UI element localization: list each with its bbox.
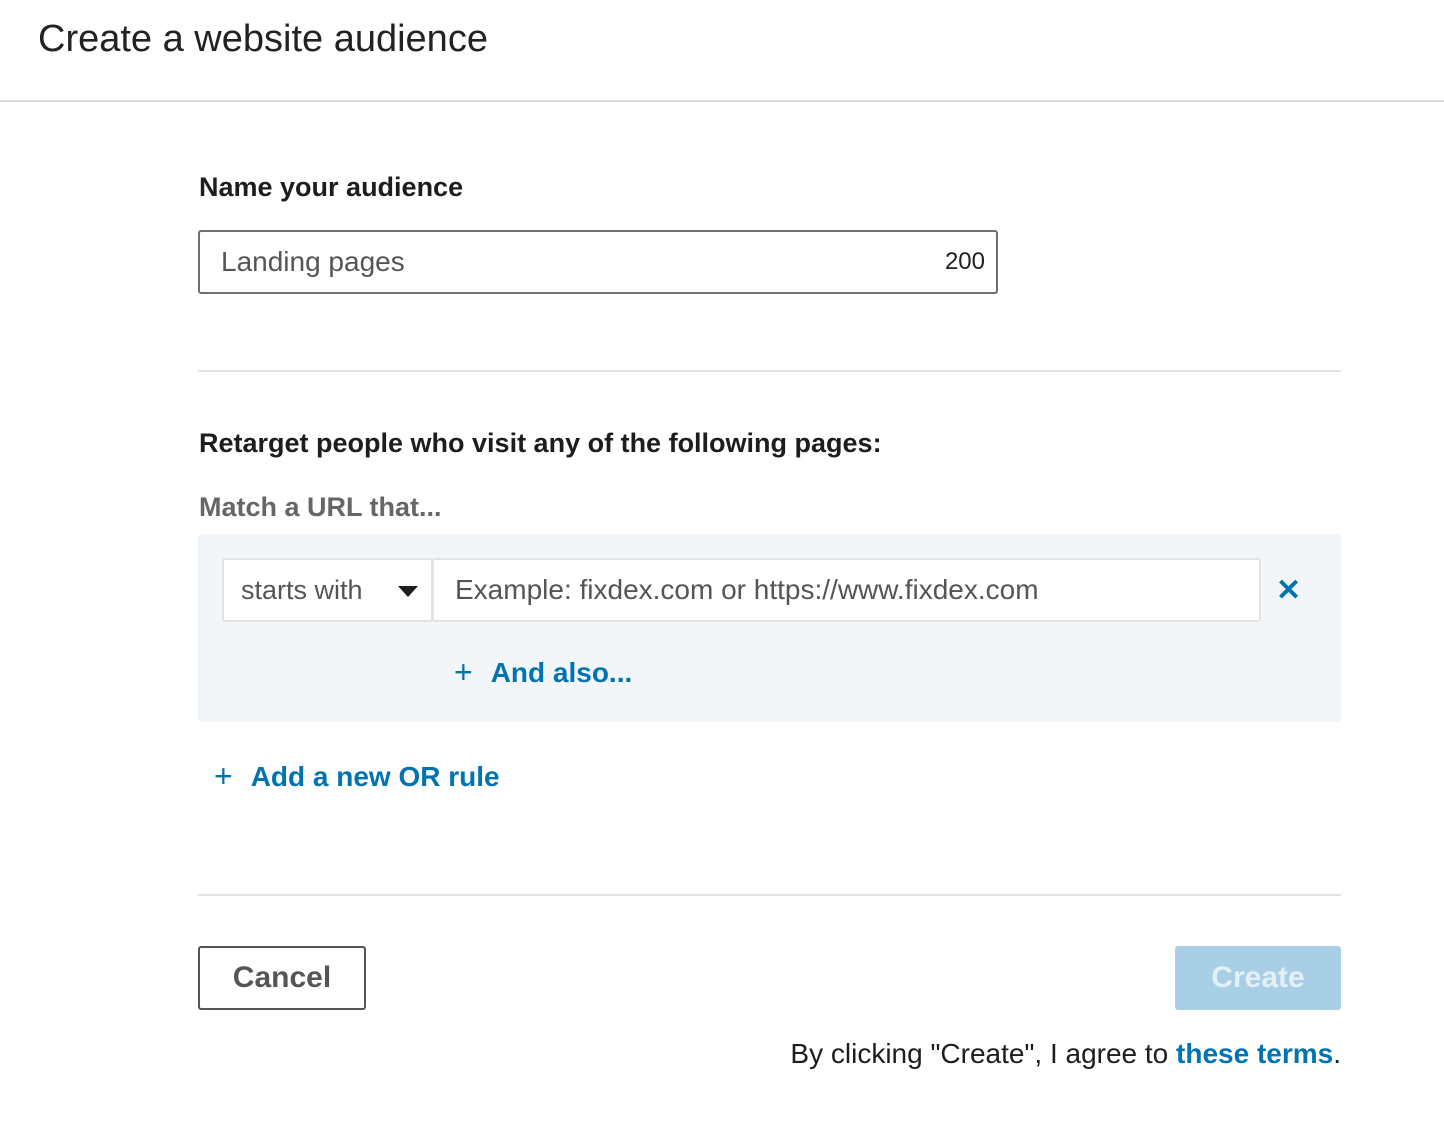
footer-divider — [198, 894, 1341, 896]
and-also-label: And also... — [490, 656, 633, 688]
close-icon[interactable]: ✕ — [1276, 573, 1301, 608]
header-divider — [0, 100, 1444, 102]
audience-name-label: Name your audience — [199, 172, 464, 202]
audience-name-value[interactable]: Landing pages — [221, 246, 405, 278]
match-url-label: Match a URL that... — [199, 492, 442, 522]
url-input[interactable] — [432, 558, 1261, 622]
match-type-value: starts with — [241, 574, 363, 605]
cancel-button[interactable]: Cancel — [198, 946, 366, 1010]
audience-name-input[interactable]: Landing pages 200 — [198, 230, 998, 294]
create-button[interactable]: Create — [1175, 946, 1341, 1010]
add-or-rule-button[interactable]: + Add a new OR rule — [214, 758, 500, 795]
terms-link[interactable]: these terms — [1176, 1038, 1333, 1069]
retarget-heading: Retarget people who visit any of the fol… — [199, 428, 882, 458]
plus-icon: + — [214, 758, 233, 794]
match-type-dropdown[interactable]: starts with — [222, 558, 433, 622]
page-title: Create a website audience — [38, 18, 488, 60]
terms-suffix: . — [1333, 1038, 1341, 1069]
section-divider — [198, 370, 1341, 372]
add-or-rule-label: Add a new OR rule — [250, 760, 500, 792]
terms-text: By clicking "Create", I agree to these t… — [790, 1038, 1341, 1070]
char-counter: 200 — [944, 248, 985, 275]
caret-down-icon — [398, 586, 418, 597]
plus-icon: + — [454, 654, 473, 690]
terms-prefix: By clicking "Create", I agree to — [790, 1038, 1177, 1069]
and-also-button[interactable]: + And also... — [454, 654, 632, 691]
